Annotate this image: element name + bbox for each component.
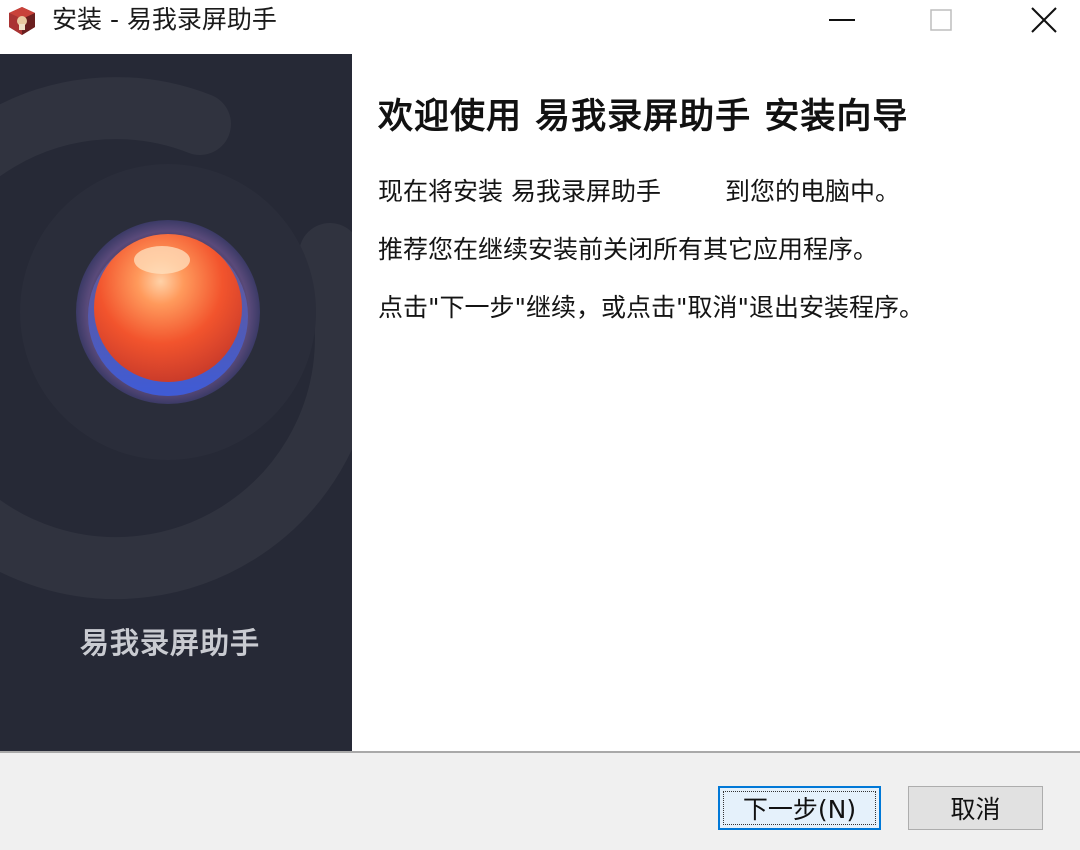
close-button[interactable] <box>994 0 1080 40</box>
install-target-suffix: 到您的电脑中。 <box>724 177 900 206</box>
banner-product-name: 易我录屏助手 <box>79 626 260 660</box>
maximize-button[interactable] <box>891 0 991 40</box>
welcome-heading: 欢迎使用 易我录屏助手 安装向导 <box>378 97 909 137</box>
close-icon <box>1031 7 1057 33</box>
window-title: 安装 - 易我录屏助手 <box>52 5 277 34</box>
minimize-icon <box>829 19 855 21</box>
title-bar[interactable]: 安装 - 易我录屏助手 <box>0 0 1080 54</box>
installer-box-icon <box>9 7 35 35</box>
maximize-icon <box>930 9 952 31</box>
next-or-cancel-instruction: 点击"下一步"继续，或点击"取消"退出安装程序。 <box>378 293 924 322</box>
cancel-button-label: 取消 <box>950 795 1001 824</box>
installer-window: 安装 - 易我录屏助手 易我录屏助手 欢迎使用 易我录屏助手 安装向导 现在将安… <box>0 0 1080 850</box>
focus-ring <box>723 791 876 825</box>
side-banner: 易我录屏助手 <box>0 54 352 752</box>
close-apps-advice: 推荐您在继续安装前关闭所有其它应用程序。 <box>378 235 879 264</box>
install-target-prefix: 现在将安装 易我录屏助手 <box>378 177 661 206</box>
button-bar: 下一步(N) 取消 <box>0 753 1080 850</box>
next-button[interactable]: 下一步(N) <box>718 786 881 830</box>
minimize-button[interactable] <box>792 0 892 40</box>
welcome-panel: 欢迎使用 易我录屏助手 安装向导 现在将安装 易我录屏助手 到您的电脑中。 推荐您… <box>352 54 1080 752</box>
install-target-text: 现在将安装 易我录屏助手 到您的电脑中。 <box>378 172 900 208</box>
cancel-button[interactable]: 取消 <box>908 786 1043 830</box>
